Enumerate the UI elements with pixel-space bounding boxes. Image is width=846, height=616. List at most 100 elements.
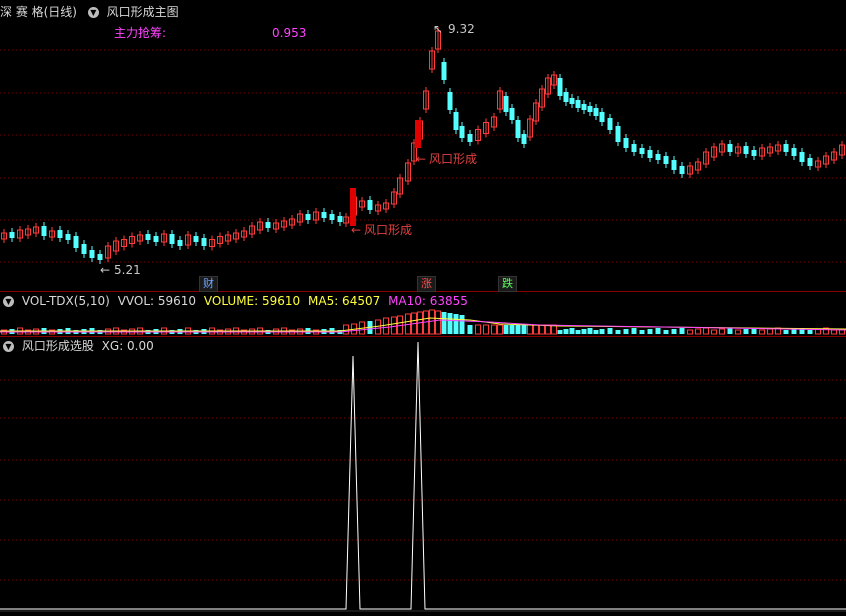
volume-bar [581, 329, 587, 334]
candle-body [581, 104, 587, 110]
candle-body [557, 78, 563, 96]
candle-body [587, 106, 593, 112]
candle-body [647, 150, 653, 158]
volume-bar [743, 329, 749, 334]
volume-bar [663, 330, 669, 334]
candle-body [615, 126, 621, 142]
volume-bar [503, 325, 509, 334]
candle-body [663, 156, 669, 164]
candle-body [65, 234, 71, 240]
volume-bar [587, 328, 593, 334]
arrow-left-icon: ← [416, 152, 426, 166]
candle-body [459, 126, 465, 138]
candle-body [791, 148, 797, 156]
volume-bar [607, 328, 613, 334]
signal-candle [415, 120, 421, 148]
volume-bar [783, 330, 789, 334]
high-price-marker: 9.32 [448, 22, 475, 36]
volume-bar [727, 328, 733, 334]
candle-body [367, 200, 373, 210]
candle-body [521, 134, 527, 144]
volume-bar [791, 329, 797, 334]
volume-bar [563, 329, 569, 334]
candle-body [57, 230, 63, 238]
xg-signal-series [0, 341, 846, 612]
volume-bar [545, 324, 551, 335]
candle-body [593, 108, 599, 116]
volume-bar [575, 330, 581, 334]
volume-bar [343, 324, 349, 335]
candle-body [639, 148, 645, 154]
arrow-left-icon: ← [100, 263, 110, 277]
candle-body [305, 214, 311, 220]
candle-body [73, 236, 79, 248]
candle-body [441, 62, 447, 80]
candle-body [337, 216, 343, 222]
volume-bar [655, 328, 661, 334]
candle-body [515, 120, 521, 138]
volume-bar [735, 329, 741, 335]
volume-bar [483, 324, 489, 335]
volume-bar [695, 328, 701, 335]
volume-bar [679, 328, 685, 334]
candle-body [569, 98, 575, 104]
volume-bar [759, 329, 765, 335]
low-price-marker: 5.21 [114, 263, 141, 277]
candlestick-series: ← ← ← ↖ [1, 22, 845, 277]
volume-bar [623, 329, 629, 334]
volume-bar [687, 329, 693, 335]
candle-body [799, 152, 805, 162]
volume-bar [497, 324, 503, 335]
candle-body [9, 232, 15, 238]
arrow-left-icon: ← [351, 223, 361, 237]
volume-bar [671, 329, 677, 334]
volume-bar [429, 309, 435, 335]
candle-body [671, 160, 677, 170]
candle-body [201, 238, 207, 246]
volume-bar [593, 330, 599, 334]
volume-bar [527, 324, 533, 335]
volume-bar [521, 325, 527, 334]
candle-body [321, 212, 327, 218]
volume-bar [447, 313, 453, 334]
signal-label-2: 风口形成 [429, 152, 477, 166]
candle-body [447, 92, 453, 110]
arrow-left-icon: ↖ [433, 22, 443, 36]
candle-body [751, 150, 757, 156]
volume-bar [639, 330, 645, 334]
candle-body [727, 144, 733, 152]
volume-bars [0, 309, 846, 335]
volume-bar [557, 330, 563, 334]
candle-body [503, 96, 509, 112]
candle-body [329, 214, 335, 220]
candle-body [655, 154, 661, 160]
candle-body [467, 134, 473, 142]
candle-body [177, 240, 183, 246]
volume-bar [703, 327, 709, 335]
volume-bar [615, 330, 621, 334]
volume-bar [383, 317, 389, 335]
volume-bar [767, 328, 773, 335]
volume-bar [599, 329, 605, 334]
candle-body [169, 234, 175, 244]
candle-body [743, 146, 749, 154]
signal-candle [350, 188, 356, 226]
candle-body [453, 112, 459, 130]
candle-body [81, 244, 87, 254]
volume-bar [539, 324, 545, 335]
candle-body [607, 118, 613, 130]
stock-chart[interactable]: ← ← ← ↖ 9.32 5.21 风口形成 风口形成 [0, 0, 846, 616]
volume-bar [807, 330, 813, 334]
volume-bar [491, 324, 497, 335]
candle-body [807, 158, 813, 166]
candle-body [509, 108, 515, 120]
candle-body [575, 100, 581, 108]
signal-label-1: 风口形成 [364, 223, 412, 237]
xg-line [0, 341, 846, 610]
volume-bar [831, 329, 837, 335]
volume-bar [515, 325, 521, 334]
volume-bar [375, 319, 381, 335]
candle-body [41, 226, 47, 236]
candle-body [145, 234, 151, 240]
volume-bar [711, 329, 717, 335]
